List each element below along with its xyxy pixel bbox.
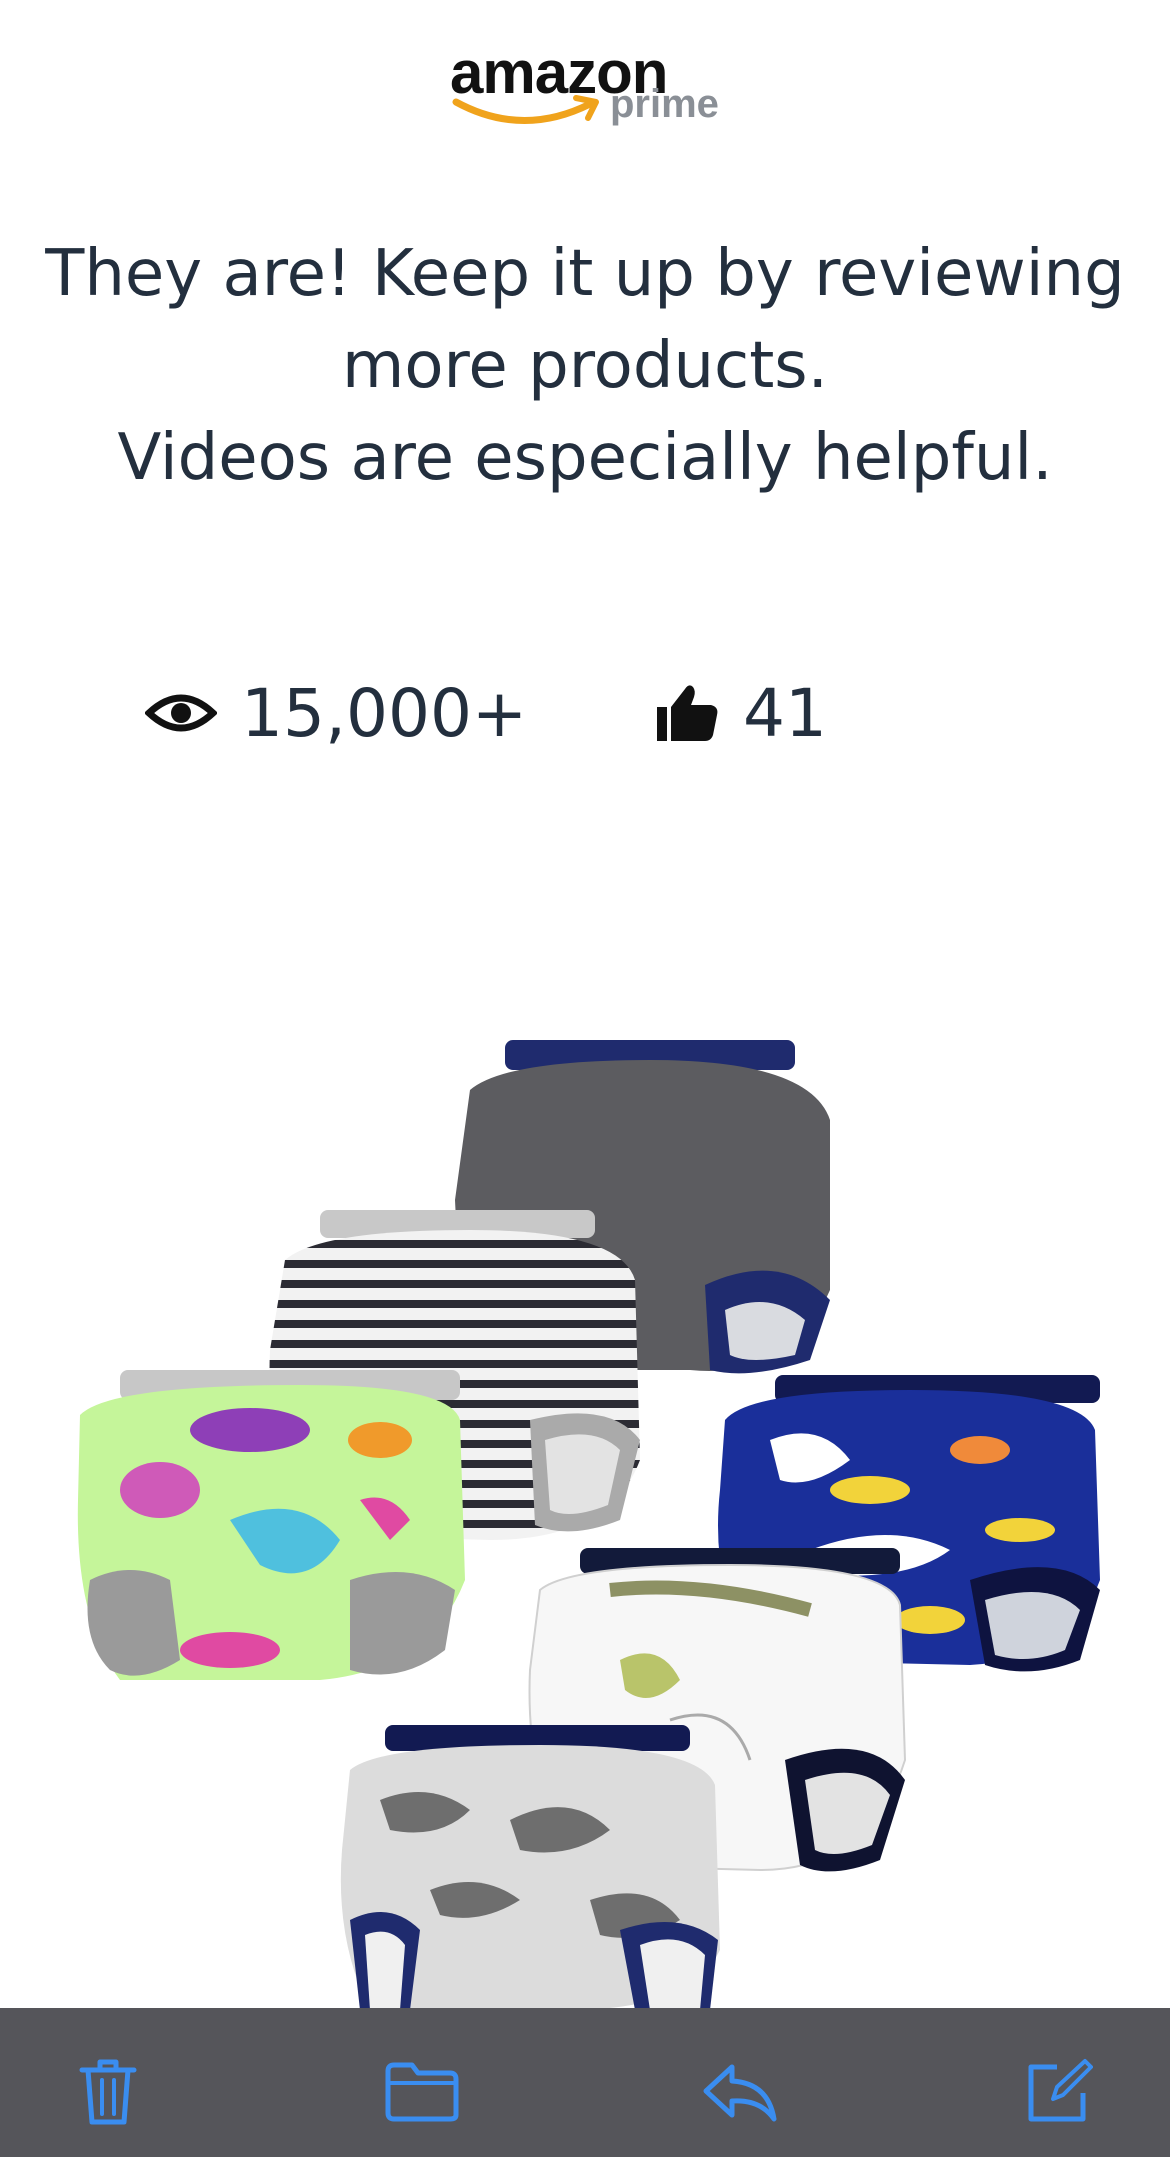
- amazon-prime-logo: amazon prime: [0, 30, 1170, 140]
- likes-stat: 41: [655, 668, 827, 758]
- folder-icon: [385, 2062, 459, 2122]
- message-line-2: more products.: [342, 329, 828, 403]
- bottom-toolbar: [0, 2008, 1170, 2157]
- underpants-green-dino: [77, 1370, 465, 1680]
- product-image: [77, 1040, 1100, 2010]
- delete-button[interactable]: [68, 2052, 148, 2132]
- thumbs-up-icon: [657, 685, 718, 741]
- message-line-1: They are! Keep it up by reviewing: [45, 237, 1125, 311]
- reply-icon: [703, 2064, 777, 2122]
- move-to-folder-button[interactable]: [382, 2052, 462, 2132]
- likes-count: 41: [743, 674, 827, 752]
- message-line-3: Videos are especially helpful.: [117, 421, 1053, 495]
- views-count: 15,000+: [241, 674, 528, 752]
- logo-smile-icon: [452, 95, 599, 124]
- logo-sub: prime: [610, 82, 719, 126]
- eye-icon: [145, 694, 217, 732]
- thank-you-message: They are! Keep it up by reviewing more p…: [20, 228, 1150, 504]
- underpants-gray-dino: [340, 1725, 720, 2010]
- trash-icon: [79, 2059, 137, 2125]
- reply-button[interactable]: [700, 2052, 780, 2132]
- views-stat: 15,000+: [145, 668, 527, 758]
- compose-icon: [1028, 2059, 1093, 2122]
- page: amazon prime They are! Keep it up by rev…: [0, 0, 1170, 2157]
- compose-button[interactable]: [1018, 2052, 1098, 2132]
